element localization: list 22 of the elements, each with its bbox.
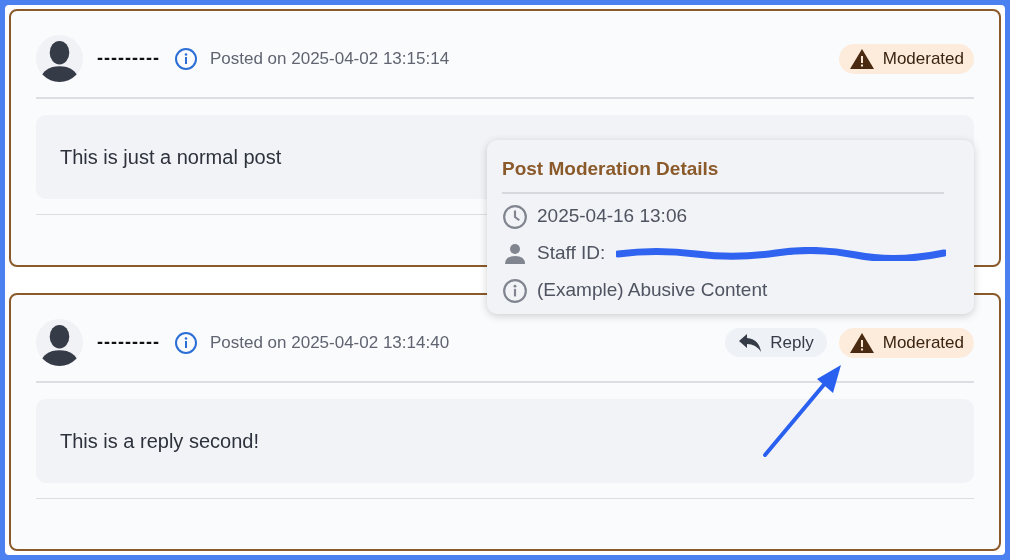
posted-date: Posted on 2025-04-02 13:14:40	[209, 331, 450, 354]
clock-icon	[502, 203, 528, 230]
reply-button[interactable]: Reply	[725, 328, 827, 357]
info-icon[interactable]	[173, 330, 198, 355]
warning-icon	[848, 47, 875, 70]
info-icon[interactable]	[173, 46, 198, 71]
post-body: This is a reply second!	[36, 399, 974, 483]
author-name: ---------	[97, 331, 160, 354]
moderated-badge[interactable]: Moderated	[838, 43, 974, 74]
warning-icon	[848, 331, 875, 354]
reply-icon	[738, 332, 763, 353]
person-icon	[502, 242, 528, 265]
info-icon	[502, 277, 528, 304]
author-name: ---------	[97, 47, 160, 70]
detail-text: 2025-04-16 13:06	[537, 204, 687, 229]
posted-date: Posted on 2025-04-02 13:15:14	[209, 47, 450, 70]
avatar-icon	[36, 35, 83, 82]
popover-title: Post Moderation Details	[502, 157, 720, 181]
avatar-icon	[36, 319, 83, 366]
detail-text: Staff ID:	[537, 241, 606, 266]
detail-text: (Example) Abusive Content	[537, 278, 768, 303]
moderated-badge[interactable]: Moderated	[838, 327, 974, 358]
